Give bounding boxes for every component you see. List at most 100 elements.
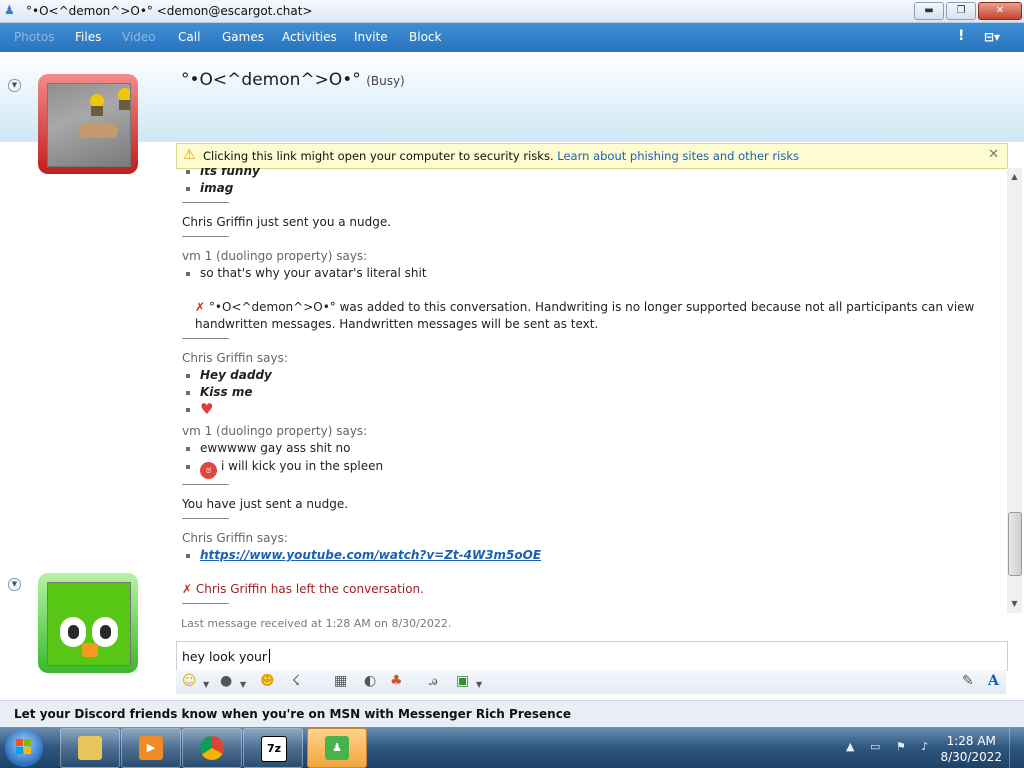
taskbar-7zip[interactable]: 7z [243, 728, 303, 768]
owl-pupil [68, 625, 79, 639]
close-button[interactable]: ✕ [978, 2, 1022, 20]
message-input[interactable]: hey look your [176, 641, 1008, 671]
formatting-bar: ☺ ▼ ● ▼ ☻ ☇ ▦ ◐ ♣ ꭿ ▣ ▼ ✎ A [176, 670, 1006, 694]
angry-emoticon-icon: ಠ [200, 462, 217, 479]
share-icon[interactable]: ▣ [456, 673, 469, 689]
maximize-button[interactable]: ❐ [946, 2, 976, 20]
close-warning-icon[interactable]: ✕ [988, 147, 999, 162]
system-tray: ▲ ▭ ⚑ ♪ 1:28 AM 8/30/2022 [834, 727, 1024, 768]
handwriting-icon[interactable]: ✎ [962, 673, 974, 689]
spell-check-icon[interactable]: ꭿ [429, 673, 437, 689]
message-line: its funny [182, 168, 260, 178]
contact-left-icon: ✗ [182, 582, 193, 596]
contact-name-line: °•O<^demon^>O•° (Busy) [181, 70, 405, 90]
games-icon[interactable]: ♣ [390, 673, 403, 689]
cat-image [78, 124, 118, 138]
scroll-up-icon[interactable]: ▲ [1007, 170, 1022, 184]
alert-icon[interactable]: ! [958, 28, 964, 44]
sender-label: Chris Griffin says: [182, 351, 288, 365]
my-display-picture[interactable] [38, 573, 138, 673]
conversation-toolbar: Photos Files Video Call Games Activities… [0, 23, 1024, 52]
conversation-scrollbar[interactable]: ▲ ▼ [1007, 168, 1022, 613]
contact-added-icon: ✗ [195, 300, 206, 314]
toolbar-video[interactable]: Video [122, 30, 156, 44]
taskbar-chrome[interactable] [182, 728, 242, 768]
sender-label: Chris Griffin says: [182, 531, 288, 545]
sender-label: vm 1 (duolingo property) says: [182, 424, 368, 438]
contact-photo [47, 83, 131, 167]
separator [182, 603, 229, 604]
pot-image [119, 100, 130, 110]
show-desktop-button[interactable] [1009, 727, 1024, 768]
voice-clip-icon[interactable]: ● [220, 673, 232, 689]
share-dropdown-icon[interactable]: ▼ [476, 677, 482, 693]
7zip-icon: 7z [261, 736, 287, 762]
youtube-link[interactable]: https://www.youtube.com/watch?v=Zt-4W3m5… [200, 548, 541, 562]
nudge-icon[interactable]: ☇ [292, 673, 300, 689]
message-line: Hey daddy [182, 368, 272, 382]
toolbar-photos[interactable]: Photos [14, 30, 54, 44]
security-warning-bar: ⚠ Clicking this link might open your com… [176, 143, 1008, 169]
toolbar-files[interactable]: Files [75, 30, 101, 44]
start-button[interactable] [5, 729, 43, 767]
system-message: ✗ °•O<^demon^>O•° was added to this conv… [195, 300, 974, 314]
minimize-button[interactable]: ▬ [914, 2, 944, 20]
conversation-header [0, 52, 1024, 142]
options-menu-icon[interactable]: ⊟▾ [984, 30, 1000, 44]
separator [182, 338, 229, 339]
owl-beak [82, 643, 98, 657]
warning-text: Clicking this link might open your compu… [203, 149, 554, 163]
duolingo-owl-image [47, 582, 131, 666]
message-text: i will kick you in the spleen [221, 459, 384, 473]
folder-icon [78, 736, 102, 760]
clock[interactable]: 1:28 AM 8/30/2022 [940, 733, 1002, 765]
wink-icon[interactable]: ☻ [260, 673, 275, 689]
nudge-notice: Chris Griffin just sent you a nudge. [182, 215, 392, 229]
messenger-taskbar-icon: ♟ [325, 736, 349, 760]
voice-icon[interactable]: ◐ [364, 673, 376, 689]
toolbar-games[interactable]: Games [222, 30, 264, 44]
separator [182, 236, 229, 237]
separator [182, 202, 229, 203]
promo-banner[interactable]: Let your Discord friends know when you'r… [0, 700, 1024, 727]
warning-text-line: Clicking this link might open your compu… [203, 149, 799, 163]
windows-logo-icon [16, 739, 32, 755]
sender-label: vm 1 (duolingo property) says: [182, 249, 368, 263]
font-icon[interactable]: A [988, 673, 999, 689]
voice-clip-dropdown-icon[interactable]: ▼ [240, 677, 246, 693]
taskbar-media-player[interactable]: ▶ [121, 728, 181, 768]
scroll-thumb[interactable] [1008, 512, 1022, 576]
left-conversation-notice: ✗ Chris Griffin has left the conversatio… [182, 582, 424, 596]
background-icon[interactable]: ▦ [334, 673, 347, 689]
left-text: Chris Griffin has left the conversation. [195, 582, 424, 596]
tray-icons[interactable]: ▲ ▭ ⚑ ♪ [846, 740, 934, 753]
promo-text[interactable]: Let your Discord friends know when you'r… [14, 707, 571, 721]
message-input-text[interactable]: hey look your [182, 649, 271, 664]
message-line: ♥ [182, 402, 240, 418]
contact-display-picture[interactable] [38, 74, 138, 174]
conversation-history: its funny imag Chris Griffin just sent y… [176, 168, 1006, 636]
message-line: https://www.youtube.com/watch?v=Zt-4W3m5… [182, 548, 541, 562]
text-caret [269, 649, 271, 663]
emoticons-icon[interactable]: ☺ [182, 673, 197, 689]
toolbar-activities[interactable]: Activities [282, 30, 337, 44]
toolbar-invite[interactable]: Invite [354, 30, 388, 44]
media-player-icon: ▶ [139, 736, 163, 760]
phishing-info-link[interactable]: Learn about phishing sites and other ris… [557, 149, 799, 163]
taskbar-explorer[interactable] [60, 728, 120, 768]
toolbar-block[interactable]: Block [409, 30, 441, 44]
chrome-icon [200, 736, 224, 760]
emoticons-dropdown-icon[interactable]: ▼ [203, 677, 209, 693]
last-message-timestamp: Last message received at 1:28 AM on 8/30… [181, 617, 452, 630]
heart-emoticon-icon: ♥ [200, 400, 214, 418]
warning-icon: ⚠ [183, 147, 196, 163]
taskbar-messenger[interactable]: ♟ [307, 728, 367, 768]
message-line: ಠ i will kick you in the spleen [182, 459, 383, 479]
collapse-contact-picture-icon[interactable]: ▼ [8, 79, 21, 92]
title-bar: ♟ °•O<^demon^>O•° <demon@escargot.chat> … [0, 0, 1024, 23]
toolbar-call[interactable]: Call [178, 30, 200, 44]
taskbar: ▶ 7z ♟ ▲ ▭ ⚑ ♪ 1:28 AM 8/30/2022 [0, 727, 1024, 768]
collapse-my-picture-icon[interactable]: ▼ [8, 578, 21, 591]
scroll-down-icon[interactable]: ▼ [1007, 597, 1022, 611]
owl-eye [60, 617, 86, 647]
